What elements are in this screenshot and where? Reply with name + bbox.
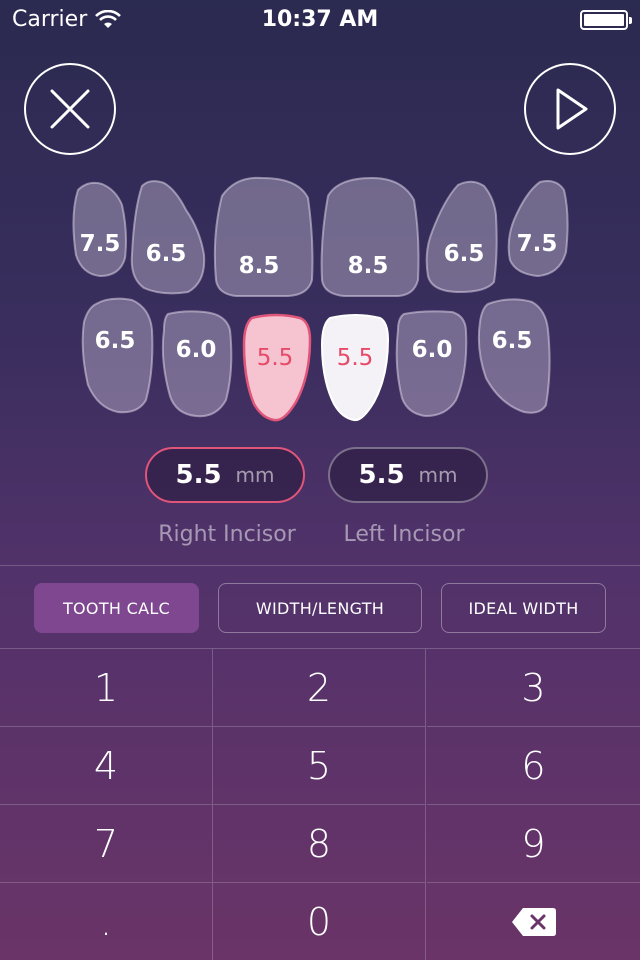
key-0[interactable]: 0 bbox=[213, 883, 426, 960]
key-4[interactable]: 4 bbox=[0, 727, 213, 805]
tooth-lower-3-label: 5.5 bbox=[256, 345, 294, 371]
left-incisor-value-field[interactable]: 5.5 mm bbox=[328, 447, 488, 503]
tab-width-length[interactable]: WIDTH/LENGTH bbox=[218, 583, 422, 633]
tooth-lower-5-label: 6.0 bbox=[411, 337, 453, 363]
tooth-upper-2-label: 6.5 bbox=[145, 241, 187, 267]
tooth-lower-2-label: 6.0 bbox=[175, 337, 217, 363]
right-incisor-value-field[interactable]: 5.5 mm bbox=[145, 447, 305, 503]
key-8[interactable]: 8 bbox=[213, 805, 426, 883]
left-incisor-unit: mm bbox=[418, 463, 458, 487]
key-7[interactable]: 7 bbox=[0, 805, 213, 883]
tooth-upper-5[interactable] bbox=[425, 180, 498, 294]
tooth-upper-2[interactable] bbox=[130, 180, 206, 295]
backspace-icon bbox=[511, 908, 556, 936]
key-6[interactable]: 6 bbox=[427, 727, 640, 805]
key-1[interactable]: 1 bbox=[0, 649, 213, 727]
divider bbox=[0, 565, 640, 566]
backspace-button[interactable] bbox=[427, 883, 640, 960]
tooth-lower-1-label: 6.5 bbox=[94, 328, 136, 354]
tooth-lower-5[interactable] bbox=[395, 310, 468, 418]
tab-ideal-width[interactable]: IDEAL WIDTH bbox=[441, 583, 606, 633]
tooth-upper-3-label: 8.5 bbox=[238, 253, 280, 279]
tooth-upper-4-label: 8.5 bbox=[347, 253, 389, 279]
tooth-upper-1[interactable] bbox=[72, 181, 127, 278]
key-5[interactable]: 5 bbox=[213, 727, 426, 805]
tooth-upper-1-label: 7.5 bbox=[79, 231, 121, 257]
tooth-lower-1[interactable] bbox=[81, 297, 154, 414]
right-incisor-value: 5.5 bbox=[175, 460, 222, 490]
tooth-lower-4-label: 5.5 bbox=[336, 345, 374, 371]
key-decimal[interactable]: . bbox=[0, 883, 213, 960]
teeth-diagram: 7.5 6.5 8.5 8.5 6.5 7.5 6.5 6.0 5.5 5.5 … bbox=[0, 0, 640, 440]
key-9[interactable]: 9 bbox=[427, 805, 640, 883]
right-incisor-label: Right Incisor bbox=[158, 522, 296, 547]
tab-tooth-calc[interactable]: TOOTH CALC bbox=[34, 583, 199, 633]
left-incisor-label: Left Incisor bbox=[343, 522, 465, 547]
right-incisor-unit: mm bbox=[235, 463, 275, 487]
tooth-lower-2[interactable] bbox=[161, 310, 233, 418]
number-keypad: 1 2 3 4 5 6 7 8 9 . 0 bbox=[0, 649, 640, 960]
tooth-lower-6[interactable] bbox=[477, 298, 551, 414]
tooth-upper-6-label: 7.5 bbox=[516, 231, 558, 257]
tooth-lower-6-label: 6.5 bbox=[491, 328, 533, 354]
key-3[interactable]: 3 bbox=[427, 649, 640, 727]
tooth-upper-6[interactable] bbox=[507, 180, 569, 278]
tooth-upper-5-label: 6.5 bbox=[443, 241, 485, 267]
left-incisor-value: 5.5 bbox=[358, 460, 405, 490]
key-2[interactable]: 2 bbox=[213, 649, 426, 727]
